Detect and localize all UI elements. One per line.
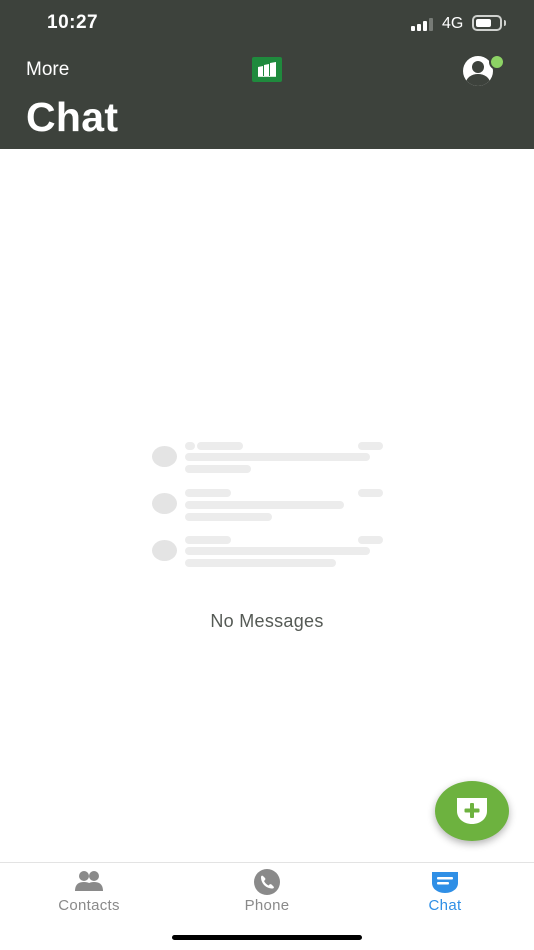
signal-strength-icon (411, 17, 435, 31)
phone-icon (254, 869, 280, 895)
tab-phone[interactable]: Phone (178, 863, 356, 923)
tab-contacts[interactable]: Contacts (0, 863, 178, 923)
more-button[interactable]: More (26, 59, 69, 81)
chat-icon (432, 872, 458, 893)
app-header: 10:27 4G More Chat (0, 0, 534, 149)
tab-chat[interactable]: Chat (356, 863, 534, 923)
placeholder-row (150, 440, 386, 480)
battery-fill (476, 19, 491, 27)
new-chat-button[interactable] (435, 781, 509, 841)
tab-label: Chat (428, 897, 462, 914)
home-indicator[interactable] (172, 935, 362, 940)
battery-icon (472, 15, 502, 31)
status-time: 10:27 (47, 12, 99, 33)
app-logo-icon (252, 57, 282, 82)
new-chat-icon (457, 798, 487, 824)
tab-label: Contacts (58, 897, 120, 914)
placeholder-row (150, 488, 386, 528)
presence-status-indicator (489, 54, 505, 70)
empty-chat-illustration (150, 440, 386, 575)
page-title: Chat (26, 94, 119, 140)
profile-button[interactable] (463, 54, 507, 86)
battery-cap (504, 20, 506, 26)
contacts-icon (75, 871, 103, 891)
network-type: 4G (442, 15, 464, 32)
tab-label: Phone (244, 897, 290, 914)
placeholder-row (150, 535, 386, 575)
empty-state-label: No Messages (210, 611, 324, 631)
status-bar: 10:27 4G (0, 0, 534, 48)
